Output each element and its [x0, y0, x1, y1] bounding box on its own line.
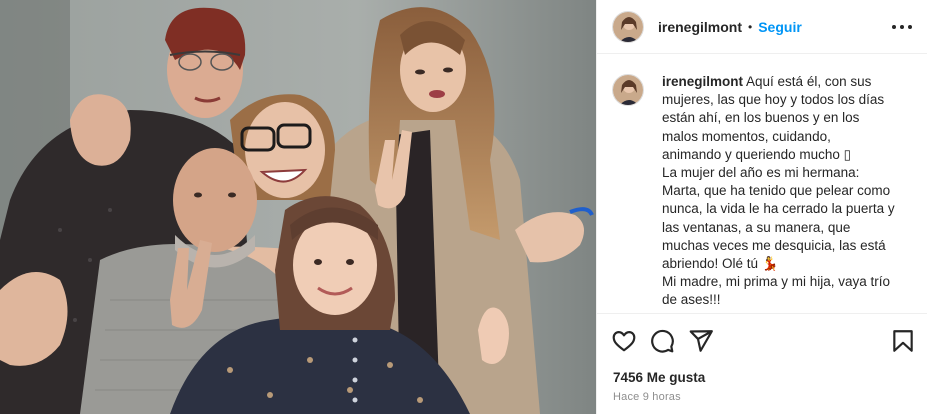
heart-icon[interactable] [611, 328, 637, 354]
post-side-panel: irenegilmont • Seguir irenegilmont Aquí … [596, 0, 927, 414]
header-separator: • [748, 19, 753, 34]
post-actions: 7456 Me gusta Hace 9 horas [597, 313, 927, 414]
caption-line: abriendo! Olé tú 💃 [662, 256, 779, 272]
avatar-image [613, 11, 643, 42]
caption-line: Mi madre, mi prima y mi hija, vaya trío [662, 274, 891, 290]
caption-line: las ventanas, a su manera, que [662, 219, 851, 235]
instagram-post: irenegilmont • Seguir irenegilmont Aquí … [0, 0, 927, 414]
caption-line: nunca, la vida le ha cerrado la puerta y [662, 201, 895, 217]
caption-line: muchas veces me desquicia, las está [662, 237, 886, 253]
author-avatar[interactable] [612, 10, 644, 43]
caption-line: La mujer del año es mi hermana: [662, 165, 860, 181]
caption-line: malos momentos, cuidando, [662, 128, 831, 144]
post-photo[interactable] [0, 0, 596, 414]
caption-line: animando y queriendo mucho ▯ [662, 146, 852, 162]
caption-author-avatar[interactable] [612, 74, 644, 106]
caption-line: irenegilmont Aquí está él, con sus [662, 73, 908, 91]
comment-bubble-icon[interactable] [649, 328, 675, 354]
caption-line: Marta, que ha tenido que pelear como [662, 183, 891, 199]
follow-button[interactable]: Seguir [758, 19, 802, 35]
caption-line: de ases!!! [662, 292, 721, 308]
caption-line: están ahí, en los buenos y en los [662, 110, 860, 126]
post-timestamp[interactable]: Hace 9 horas [613, 391, 681, 403]
bookmark-icon[interactable] [890, 328, 916, 354]
post-header: irenegilmont • Seguir [597, 0, 927, 54]
action-bar [611, 328, 916, 354]
likes-count[interactable]: 7456 Me gusta [613, 370, 705, 385]
author-username[interactable]: irenegilmont [658, 19, 742, 35]
caption-username[interactable]: irenegilmont [662, 74, 743, 89]
caption-text: Aquí está él, con sus [746, 74, 872, 89]
family-photo-illustration [0, 0, 596, 414]
paper-plane-icon[interactable] [688, 328, 714, 354]
caption-line: mujeres, las que hoy y todos los días [662, 92, 885, 108]
avatar-image [613, 75, 643, 105]
more-options-icon[interactable] [892, 18, 912, 36]
post-caption: irenegilmont Aquí está él, con sus mujer… [662, 73, 908, 313]
comments-section: irenegilmont Aquí está él, con sus mujer… [597, 55, 927, 313]
